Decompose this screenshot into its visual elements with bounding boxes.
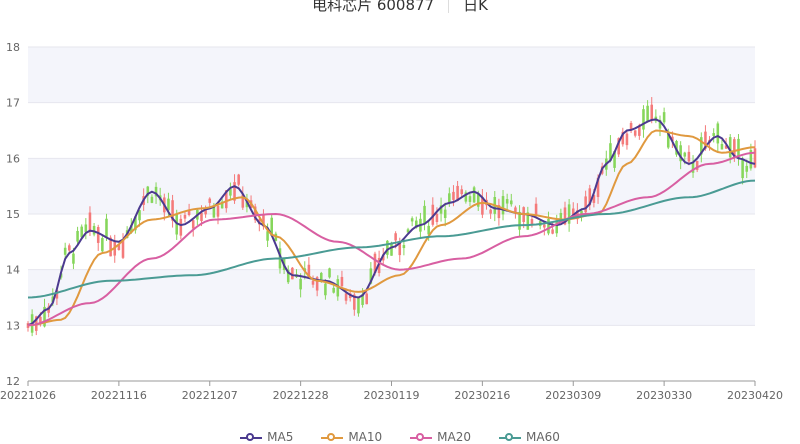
x-tick-label: 20221228 (273, 389, 329, 402)
candle-body (489, 209, 492, 214)
candle-body (237, 174, 240, 185)
candle-body (514, 207, 517, 212)
candle-body (410, 218, 414, 222)
candle-body (559, 212, 563, 220)
candle-body (543, 224, 546, 228)
x-tick-label: 20230216 (454, 389, 510, 402)
candle-body (68, 245, 71, 251)
candle-body (650, 104, 654, 121)
candle-body (745, 165, 749, 172)
candle-body (551, 229, 554, 234)
candle-body (510, 200, 513, 205)
candle-body (386, 240, 389, 255)
legend-item-ma20[interactable]: MA20 (410, 430, 471, 444)
candle-body (200, 212, 203, 222)
candle-body (76, 230, 79, 242)
x-tick-label: 20221116 (91, 389, 147, 402)
candle-body (633, 130, 637, 136)
x-tick-label: 20230420 (727, 389, 783, 402)
legend-marker-icon (499, 432, 522, 443)
candle-body (365, 293, 368, 305)
candle-body (319, 272, 323, 281)
legend-item-ma60[interactable]: MA60 (499, 430, 560, 444)
candle-body (390, 243, 393, 256)
y-tick-label: 12 (6, 375, 20, 388)
candle-body (63, 247, 67, 255)
candle-body (443, 209, 447, 219)
candle-body (448, 193, 451, 203)
candle-body (468, 196, 472, 202)
candle-body (84, 224, 88, 233)
candle-body (452, 191, 455, 200)
candle-body (96, 227, 100, 243)
x-tick-label: 20230119 (364, 389, 420, 402)
candle-body (311, 280, 315, 285)
legend-marker-icon (240, 432, 263, 443)
candle-body (460, 189, 464, 195)
candle-body (324, 283, 327, 296)
candle-body (88, 212, 92, 231)
candle-body (179, 218, 183, 236)
chart-legend: MA5 MA10 MA20 MA60 (0, 430, 800, 444)
candle-body (530, 219, 534, 224)
legend-item-ma10[interactable]: MA10 (321, 430, 382, 444)
x-tick-label: 20221207 (182, 389, 238, 402)
candle-body (216, 205, 220, 217)
candle-body (625, 133, 629, 146)
candle-body (328, 268, 331, 278)
candle-body (357, 297, 360, 314)
y-tick-label: 16 (6, 152, 20, 165)
legend-label: MA10 (348, 430, 383, 444)
y-tick-label: 13 (6, 319, 20, 332)
candle-body (662, 112, 666, 123)
candle-body (501, 196, 505, 215)
grid-band (28, 47, 755, 103)
candle-body (101, 238, 104, 252)
candle-body (340, 276, 344, 287)
candle-body (472, 187, 476, 203)
legend-marker-icon (321, 432, 344, 443)
candle-body (642, 109, 645, 130)
candle-body (121, 240, 125, 258)
candle-body (683, 152, 687, 157)
x-tick-label: 20230309 (545, 389, 601, 402)
legend-marker-icon (410, 432, 433, 443)
candle-body (72, 253, 75, 264)
legend-label: MA60 (526, 430, 560, 444)
candle-body (183, 214, 187, 219)
candle-body (150, 196, 154, 203)
candle-body (716, 123, 720, 144)
candle-body (687, 151, 691, 162)
candle-body (394, 233, 397, 241)
x-tick-label: 20221026 (0, 389, 56, 402)
candle-body (505, 199, 509, 204)
candle-body (435, 213, 439, 222)
candle-body (299, 278, 302, 290)
candle-body (402, 245, 406, 249)
candle-body (646, 105, 649, 122)
candle-body (423, 205, 426, 225)
candle-body (344, 293, 348, 301)
x-tick-label: 20230330 (636, 389, 692, 402)
candle-body (741, 158, 744, 179)
y-tick-label: 14 (6, 264, 20, 277)
y-tick-label: 18 (6, 41, 20, 54)
candle-body (720, 143, 724, 150)
y-tick-label: 15 (6, 208, 20, 221)
candle-body (266, 231, 269, 241)
candle-body (584, 196, 587, 213)
legend-label: MA5 (267, 430, 294, 444)
candle-body (105, 218, 108, 238)
kline-chart: 12 13 14 15 16 17 18 20221026 20221116 20221207 20… (0, 41, 783, 402)
legend-label: MA20 (437, 430, 472, 444)
candle-body (534, 203, 538, 216)
candle-body (332, 287, 335, 293)
candle-body (567, 204, 571, 224)
legend-item-ma5[interactable]: MA5 (240, 430, 293, 444)
candle-body (208, 198, 212, 203)
candle-body (712, 133, 715, 136)
candle-body (547, 218, 550, 234)
y-tick-label: 17 (6, 97, 20, 110)
candle-body (191, 220, 195, 229)
